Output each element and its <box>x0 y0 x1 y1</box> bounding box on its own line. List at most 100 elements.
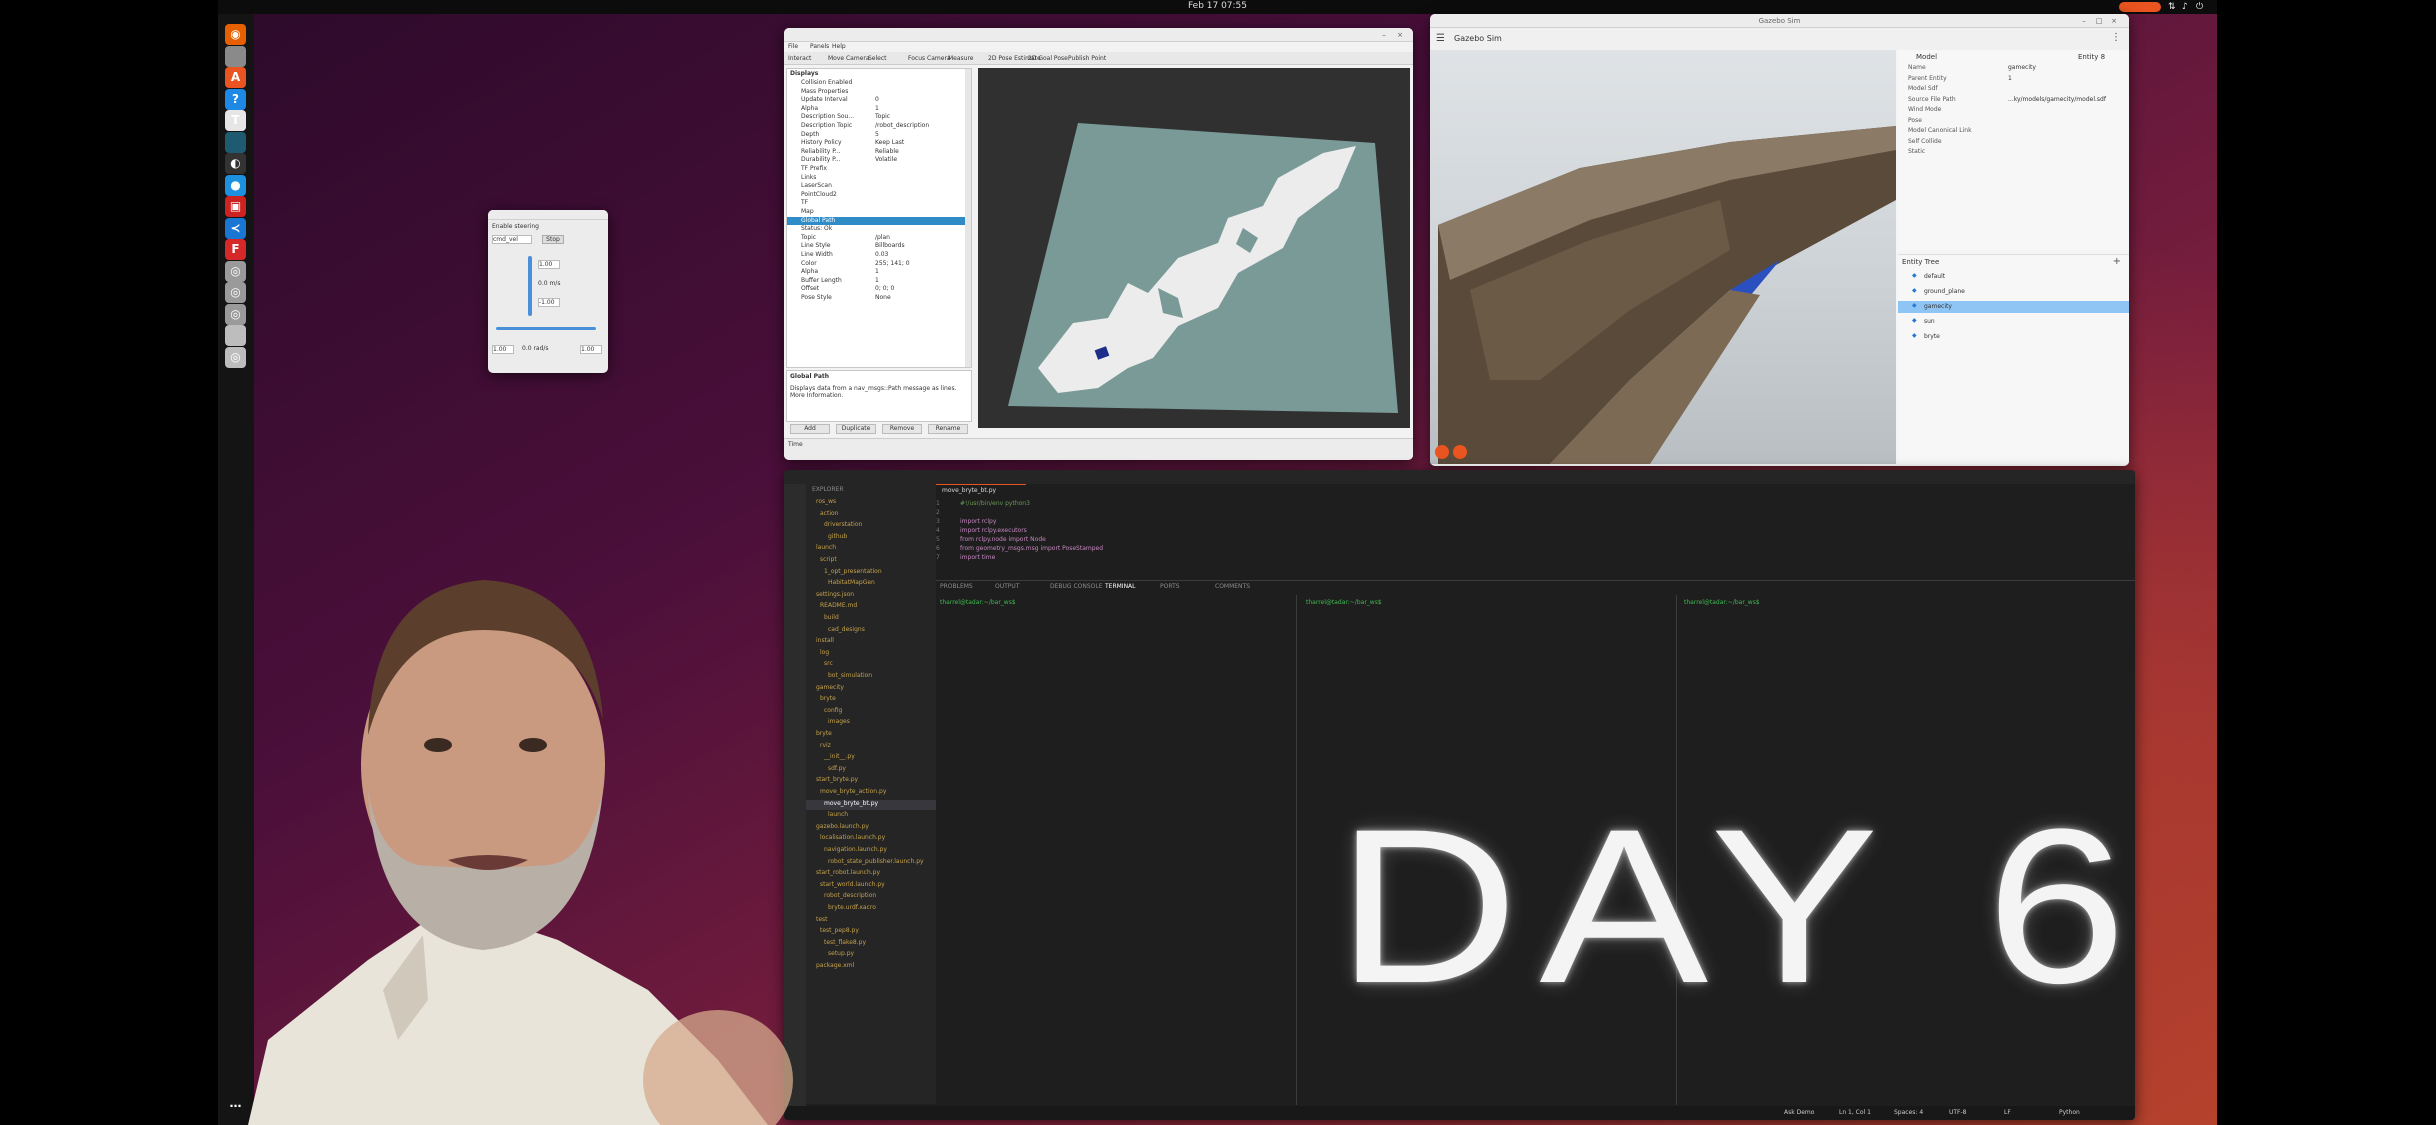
minimize-icon[interactable]: – <box>2080 17 2088 25</box>
dock-app[interactable] <box>225 325 246 346</box>
gazebo-scene[interactable] <box>1430 50 1896 464</box>
dock-app[interactable]: ◉ <box>225 24 246 45</box>
menu-item[interactable]: File <box>788 43 798 50</box>
status-item[interactable]: Ask Demo <box>1784 1109 1814 1116</box>
file-item[interactable]: action <box>806 510 936 520</box>
status-item[interactable]: Python <box>2059 1109 2080 1116</box>
tool-button[interactable]: Publish Point <box>1068 55 1106 62</box>
display-button[interactable]: Rename <box>928 424 968 434</box>
tool-button[interactable]: Focus Camera <box>908 55 951 62</box>
tree-row[interactable]: Buffer Length 1 <box>787 277 965 285</box>
dock-app[interactable]: ▣ <box>225 196 246 217</box>
dock-app[interactable] <box>225 131 246 153</box>
entity-item[interactable]: ◆ ground_plane <box>1898 286 2129 298</box>
tool-button[interactable]: 2D Goal Pose <box>1028 55 1068 62</box>
file-item[interactable]: ros_ws <box>806 498 936 508</box>
dock-app[interactable]: ? <box>225 88 246 110</box>
tree-row[interactable]: Description Topic/robot_description <box>787 122 965 130</box>
code-line[interactable]: #!/usr/bin/env python3 <box>960 500 1030 507</box>
display-button[interactable]: Add <box>790 424 830 434</box>
max-angular-input[interactable]: 1.00 <box>580 345 602 354</box>
max-linear-input[interactable]: 1.00 <box>538 260 560 269</box>
step-icon[interactable] <box>1453 445 1467 459</box>
code-editor[interactable]: 1 #!/usr/bin/env python3 2 3 import rclpy 4 im… <box>936 500 2116 580</box>
tree-row[interactable]: Line Width 0.03 <box>787 251 965 259</box>
min-angular-input[interactable]: 1.00 <box>492 345 514 354</box>
dock-app[interactable]: ◎ <box>225 346 246 368</box>
tool-button[interactable]: Select <box>868 55 887 62</box>
rviz-3d-view[interactable] <box>978 68 1410 428</box>
dock-app[interactable]: ◎ <box>225 303 246 325</box>
menu-item[interactable]: Help <box>832 43 846 50</box>
terminal-prompt-2[interactable]: tharrel@tadar:~/bar_ws$ <box>1306 599 1382 606</box>
network-icon[interactable]: ⇅ <box>2168 2 2176 12</box>
tree-row[interactable]: Status: Ok <box>787 225 965 233</box>
tree-row[interactable]: Links <box>787 174 965 182</box>
angular-slider[interactable] <box>496 327 596 330</box>
tree-row[interactable]: Pose Style None <box>787 294 965 302</box>
tree-row[interactable]: Offset 0; 0; 0 <box>787 285 965 293</box>
tree-row[interactable]: Collision Enabled <box>787 79 965 87</box>
more-icon[interactable]: ⋮ <box>2111 32 2121 43</box>
tree-row[interactable]: TF <box>787 199 965 207</box>
dock-app[interactable]: F <box>225 239 246 260</box>
tree-row[interactable]: Alpha 1 <box>787 105 965 113</box>
stop-button[interactable]: Stop <box>542 235 564 244</box>
tree-row[interactable]: History Policy Keep Last <box>787 139 965 147</box>
tree-row[interactable]: Line Style Billboards <box>787 242 965 250</box>
show-apps-button[interactable]: ⋯ <box>225 1096 246 1117</box>
topic-input[interactable]: cmd_vel <box>492 235 532 244</box>
tree-row[interactable]: Update Interval 0 <box>787 96 965 104</box>
tree-row[interactable]: Topic/plan <box>787 234 965 242</box>
power-icon[interactable]: ⏻ <box>2196 2 2203 12</box>
tree-row[interactable]: Description Sou... Topic <box>787 113 965 121</box>
enable-steering-checkbox[interactable]: Enable steering <box>492 223 539 230</box>
dock-app[interactable]: ◎ <box>225 282 246 303</box>
tool-button[interactable]: Measure <box>948 55 974 62</box>
dock-app[interactable]: ● <box>225 174 246 196</box>
tool-button[interactable]: Move Camera <box>828 55 870 62</box>
tree-row[interactable]: Alpha 1 <box>787 268 965 276</box>
tree-row[interactable]: Depth 5 <box>787 131 965 139</box>
status-item[interactable]: Ln 1, Col 1 <box>1839 1109 1871 1116</box>
dock-app[interactable]: ◎ <box>225 260 246 282</box>
tree-row[interactable]: Map <box>787 208 965 216</box>
recording-indicator[interactable] <box>2119 2 2161 12</box>
tree-row[interactable]: TF Prefix <box>787 165 965 173</box>
split-divider[interactable] <box>1296 595 1297 1105</box>
tree-row[interactable]: Global Path <box>787 216 965 225</box>
dock-app[interactable]: ◐ <box>225 153 246 174</box>
entity-item[interactable]: ◆ sun <box>1898 316 2129 328</box>
minimize-icon[interactable]: – <box>1380 31 1388 39</box>
entity-item[interactable]: ◆ default <box>1898 271 2129 283</box>
tool-button[interactable]: Interact <box>788 55 811 62</box>
add-icon[interactable]: + <box>2113 256 2121 267</box>
menu-icon[interactable]: ☰ <box>1436 33 1445 44</box>
entity-item[interactable]: ◆ gamecity <box>1898 301 2129 313</box>
close-icon[interactable]: × <box>2110 17 2118 25</box>
min-linear-input[interactable]: -1.00 <box>538 298 560 307</box>
dock-app[interactable]: A <box>225 67 246 88</box>
display-button[interactable]: Duplicate <box>836 424 876 434</box>
displays-scrollbar[interactable] <box>965 69 971 367</box>
panel-tab[interactable]: TERMINAL <box>1105 583 1136 590</box>
status-item[interactable]: UTF-8 <box>1949 1109 1967 1116</box>
play-pause-icon[interactable] <box>1435 445 1449 459</box>
status-item[interactable]: LF <box>2004 1109 2011 1116</box>
volume-icon[interactable]: ♪ <box>2182 2 2188 12</box>
linear-slider[interactable] <box>528 256 532 316</box>
dock-app[interactable] <box>225 45 246 67</box>
close-icon[interactable]: × <box>1396 31 1404 39</box>
terminal-prompt-3[interactable]: tharrel@tadar:~/bar_ws$ <box>1684 599 1760 606</box>
tree-row[interactable]: LaserScan <box>787 182 965 190</box>
tree-row[interactable]: Reliability P... Reliable <box>787 148 965 156</box>
maximize-icon[interactable]: □ <box>2095 17 2103 25</box>
tree-row[interactable]: Color 255; 141; 0 <box>787 260 965 268</box>
menu-item[interactable]: Panels <box>810 43 829 50</box>
entity-item[interactable]: ◆ bryte <box>1898 331 2129 343</box>
tree-row[interactable]: PointCloud2 <box>787 191 965 199</box>
tree-row[interactable]: Mass Properties <box>787 88 965 96</box>
clock[interactable]: Feb 17 07:55 <box>218 1 2217 11</box>
dock-app[interactable]: T <box>225 110 246 131</box>
panel-tab[interactable]: COMMENTS <box>1215 583 1250 590</box>
